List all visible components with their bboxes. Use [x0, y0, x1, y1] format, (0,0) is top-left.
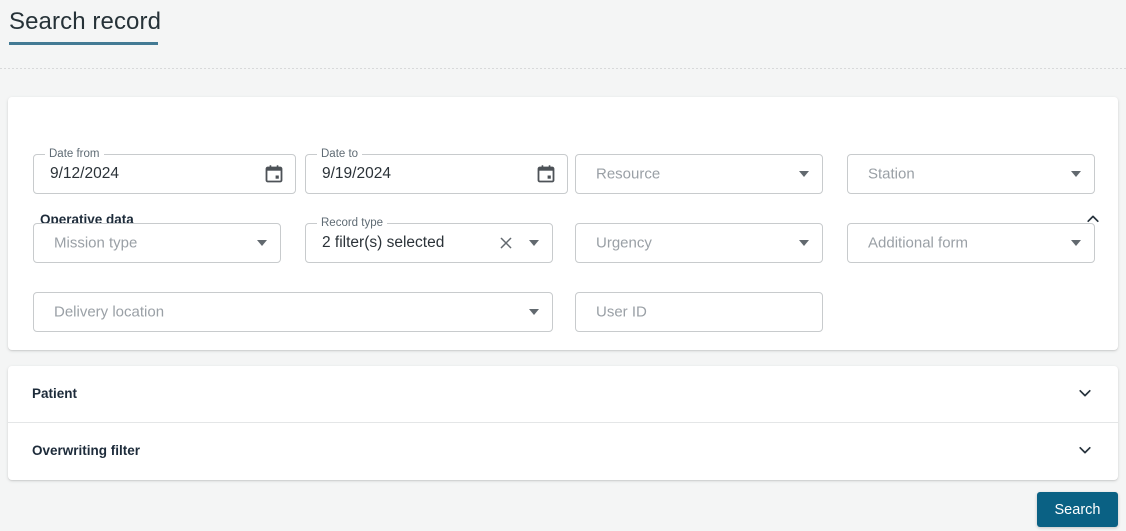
- chevron-down-icon[interactable]: [1071, 240, 1081, 246]
- chevron-down-icon[interactable]: [1071, 171, 1081, 177]
- close-icon[interactable]: [498, 235, 514, 251]
- user-id-field[interactable]: User ID: [575, 292, 823, 332]
- delivery-location-placeholder: Delivery location: [54, 303, 165, 321]
- chevron-down-icon[interactable]: [529, 309, 539, 315]
- chevron-down-icon[interactable]: [799, 171, 809, 177]
- user-id-placeholder: User ID: [596, 303, 647, 321]
- patient-section-expand-toggle[interactable]: [1074, 382, 1096, 404]
- date-to-label: Date to: [317, 147, 363, 161]
- record-type-select[interactable]: Record type 2 filter(s) selected: [305, 216, 553, 263]
- overwriting-filter-section-title: Overwriting filter: [32, 443, 141, 458]
- station-select[interactable]: Station: [847, 154, 1095, 194]
- date-to-value: 9/19/2024: [322, 165, 391, 182]
- calendar-icon[interactable]: [536, 164, 556, 184]
- mission-type-select[interactable]: Mission type: [33, 223, 281, 263]
- additional-form-select[interactable]: Additional form: [847, 223, 1095, 263]
- chevron-down-icon[interactable]: [799, 240, 809, 246]
- date-to-field[interactable]: Date to 9/19/2024: [305, 147, 568, 194]
- search-record-page: Search record Operative data Date from 9…: [0, 0, 1126, 531]
- collapsed-sections-panel: Patient Overwriting filter: [8, 366, 1118, 480]
- chevron-down-icon[interactable]: [529, 240, 539, 246]
- date-from-value: 9/12/2024: [50, 165, 119, 182]
- urgency-placeholder: Urgency: [596, 234, 652, 252]
- page-header: Search record: [0, 0, 1126, 69]
- resource-placeholder: Resource: [596, 165, 661, 183]
- record-type-value: 2 filter(s) selected: [322, 234, 445, 251]
- patient-section-title: Patient: [32, 386, 78, 401]
- chevron-down-icon[interactable]: [257, 240, 267, 246]
- delivery-location-select[interactable]: Delivery location: [33, 292, 553, 332]
- urgency-select[interactable]: Urgency: [575, 223, 823, 263]
- title-underline: [9, 42, 158, 45]
- overwriting-filter-section-expand-toggle[interactable]: [1074, 439, 1096, 461]
- mission-type-placeholder: Mission type: [54, 234, 138, 252]
- record-type-label: Record type: [317, 216, 388, 230]
- date-from-field[interactable]: Date from 9/12/2024: [33, 147, 296, 194]
- calendar-icon[interactable]: [264, 164, 284, 184]
- operative-data-panel: Operative data Date from 9/12/2024 Date: [8, 97, 1118, 350]
- section-divider: [8, 422, 1118, 423]
- header-divider: [0, 68, 1126, 69]
- additional-form-placeholder: Additional form: [868, 234, 969, 252]
- date-from-label: Date from: [45, 147, 104, 161]
- station-placeholder: Station: [868, 165, 915, 183]
- page-title: Search record: [9, 8, 162, 35]
- resource-select[interactable]: Resource: [575, 154, 823, 194]
- search-button[interactable]: Search: [1037, 492, 1118, 527]
